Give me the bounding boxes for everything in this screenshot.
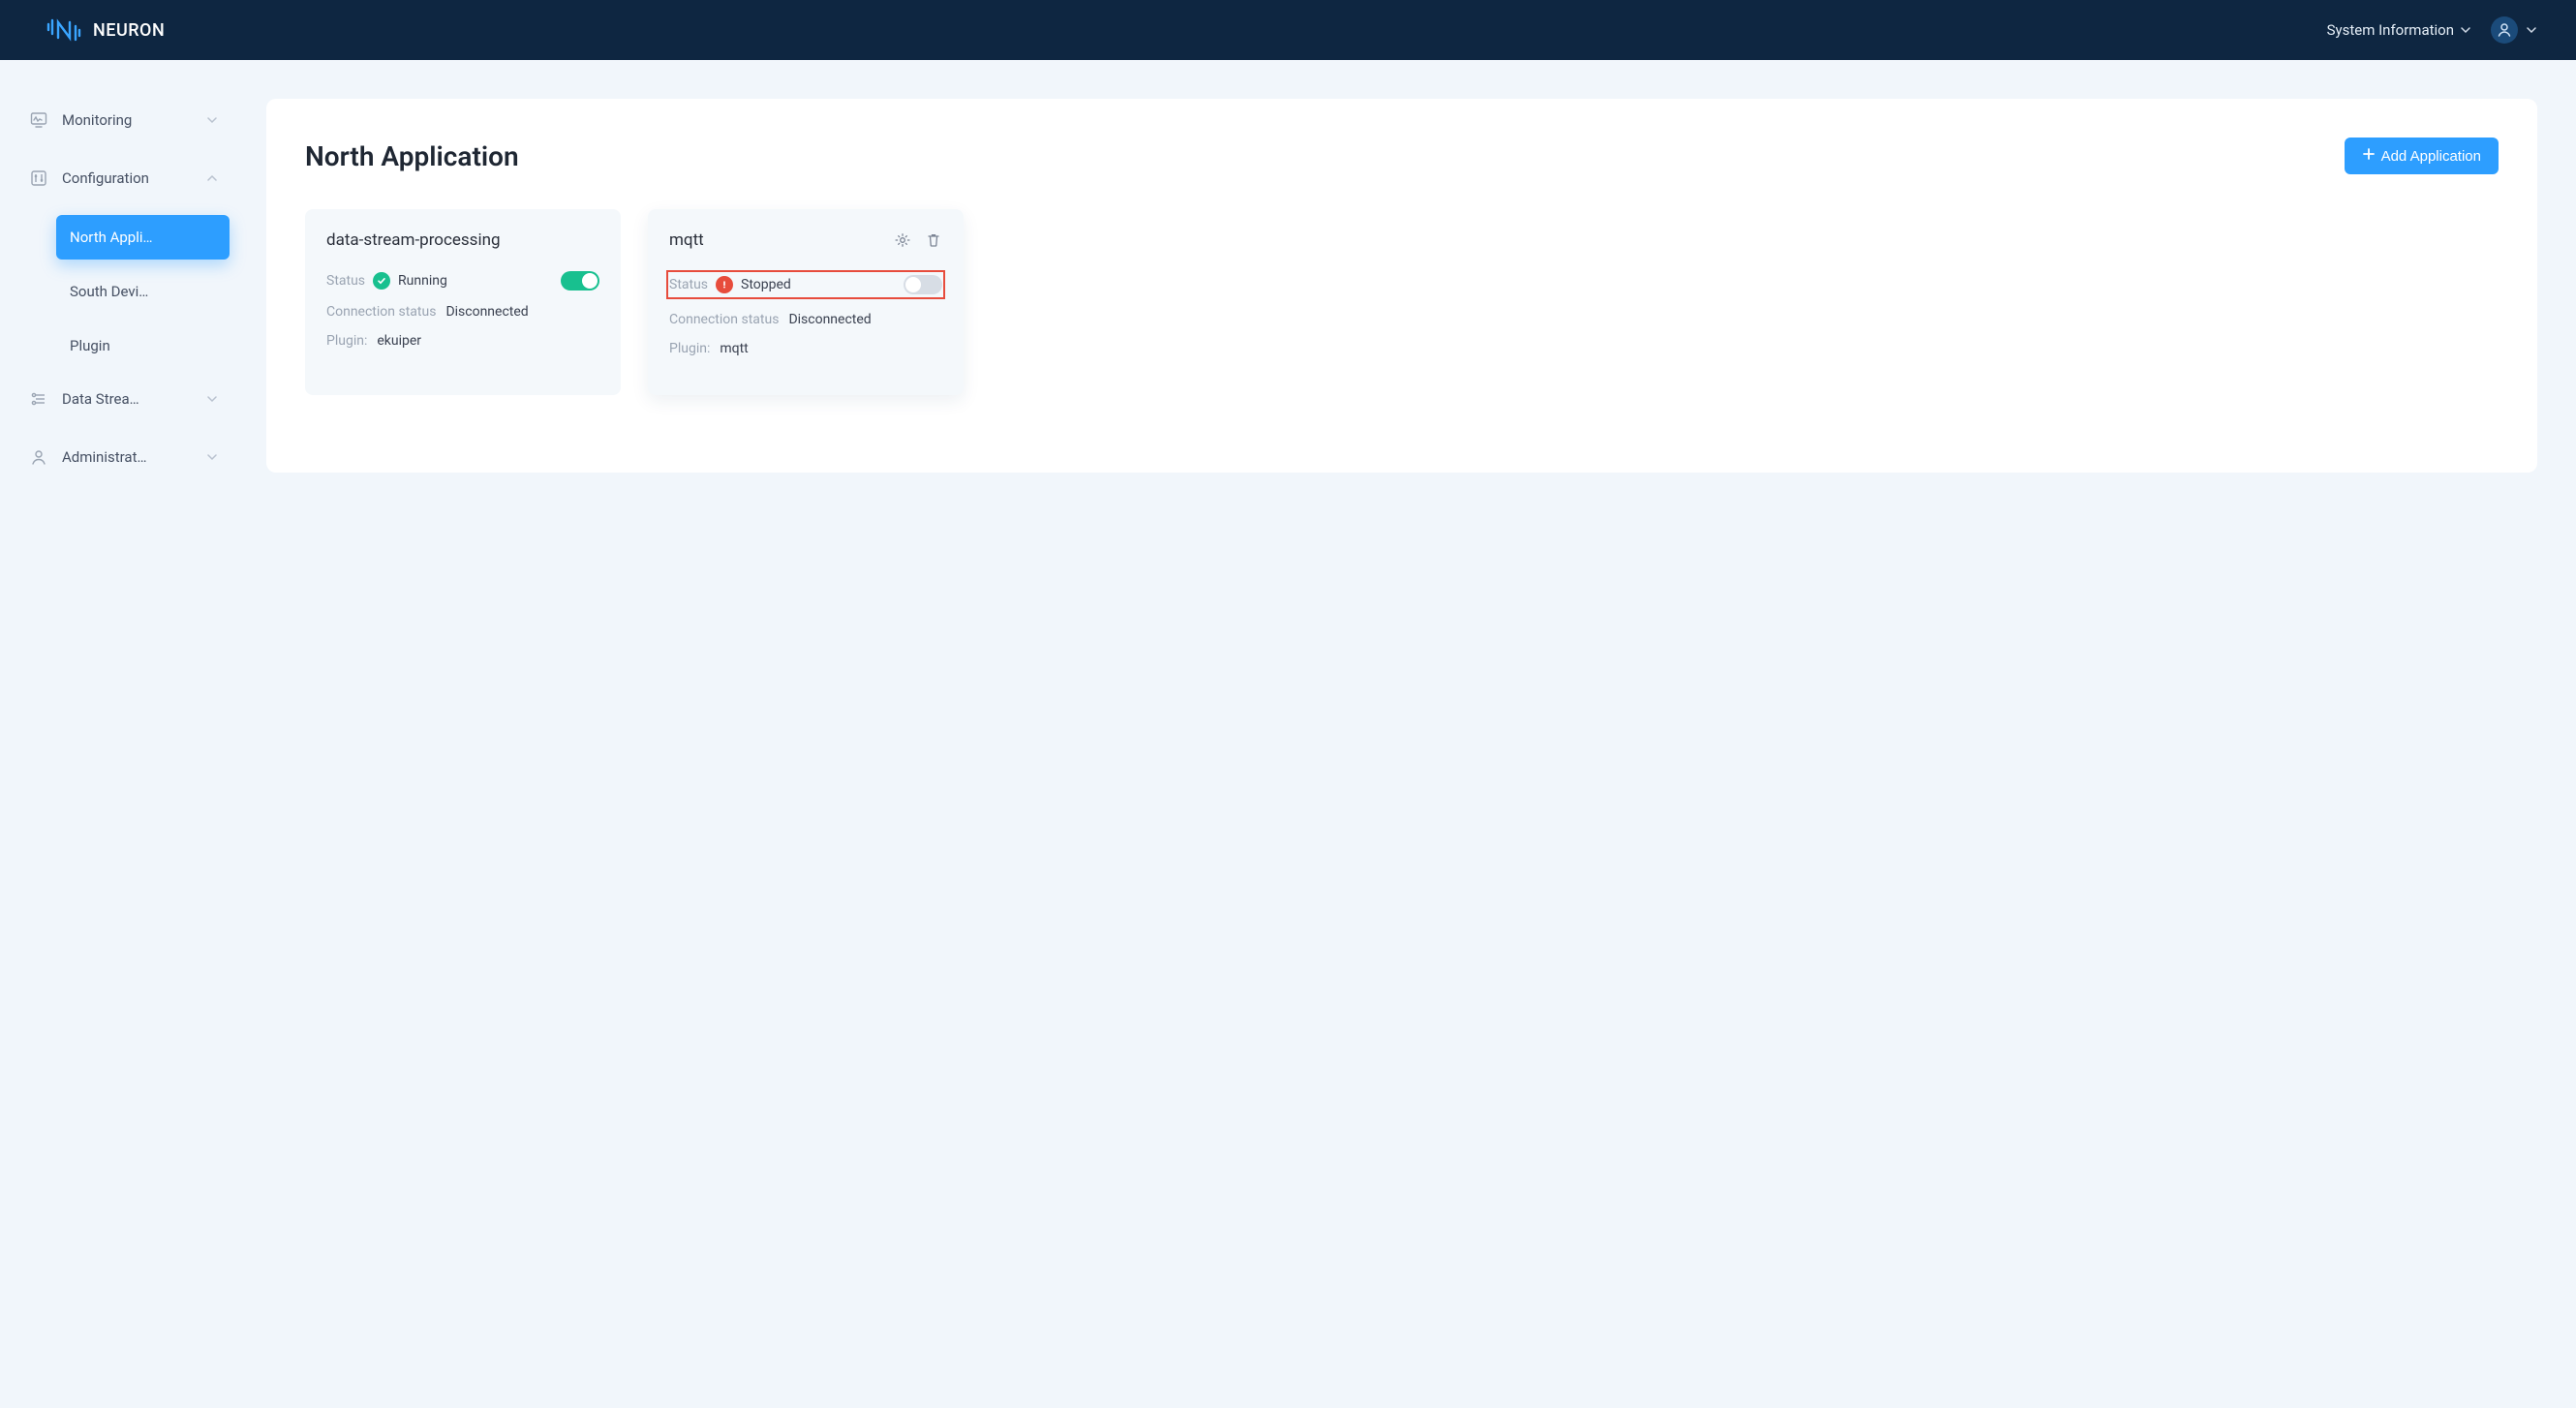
sidebar-sub-configuration: North Appli… South Devi… Plugin — [17, 215, 230, 368]
connection-status-value: Disconnected — [788, 312, 871, 327]
sidebar-item-label: Configuration — [62, 169, 193, 187]
app-card[interactable]: mqtt Status Stopped Connection status Discon… — [648, 209, 964, 395]
toggle-knob — [582, 273, 598, 289]
add-application-label: Add Application — [2381, 148, 2481, 165]
sidebar-item-administration[interactable]: Administrat… — [17, 436, 230, 478]
system-information-menu[interactable]: System Information — [2327, 21, 2471, 39]
sidebar-item-north-application[interactable]: North Appli… — [56, 215, 230, 260]
sidebar-item-label: Plugin — [70, 337, 216, 354]
app-actions — [894, 231, 942, 249]
app-card[interactable]: data-stream-processing Status Running Conne… — [305, 209, 621, 395]
brand: NEURON — [46, 18, 165, 42]
status-value: Stopped — [741, 277, 791, 292]
sidebar-item-label: North Appli… — [70, 229, 216, 246]
user-menu[interactable] — [2491, 16, 2537, 44]
plugin-label: Plugin: — [669, 341, 710, 356]
add-application-button[interactable]: Add Application — [2345, 138, 2499, 174]
sidebar-item-label: South Devi… — [70, 283, 216, 300]
app-card-head: mqtt — [669, 230, 942, 250]
sidebar-item-configuration[interactable]: Configuration — [17, 157, 230, 199]
plugin-row: Plugin: mqtt — [669, 341, 942, 356]
alert-circle-icon — [716, 276, 733, 293]
sidebar: Monitoring Configuration North Appli… So… — [0, 60, 247, 511]
connection-row: Connection status Disconnected — [669, 312, 942, 327]
brand-logo-icon — [46, 18, 81, 42]
run-toggle[interactable] — [561, 271, 599, 291]
system-information-label: System Information — [2327, 21, 2454, 39]
plugin-value: ekuiper — [377, 333, 421, 349]
chevron-down-icon — [206, 451, 218, 463]
content-card: North Application Add Application data-s… — [266, 99, 2537, 473]
topbar-right: System Information — [2327, 16, 2537, 44]
chevron-down-icon — [2460, 24, 2471, 36]
chevron-down-icon — [206, 114, 218, 126]
app-grid: data-stream-processing Status Running Conne… — [305, 209, 2499, 395]
app-name: data-stream-processing — [326, 230, 501, 250]
connection-status-label: Connection status — [326, 304, 436, 320]
run-toggle[interactable] — [904, 275, 942, 294]
sidebar-item-label: Administrat… — [62, 448, 193, 466]
user-icon — [29, 447, 48, 467]
sidebar-item-label: Data Strea… — [62, 390, 193, 408]
status-value: Running — [398, 273, 447, 289]
app-card-head: data-stream-processing — [326, 230, 599, 250]
connection-status-label: Connection status — [669, 312, 779, 327]
check-circle-icon — [373, 272, 390, 290]
app-name: mqtt — [669, 230, 704, 250]
status-label: Status — [326, 273, 365, 289]
plugin-row: Plugin: ekuiper — [326, 333, 599, 349]
sidebar-item-south-devices[interactable]: South Devi… — [56, 269, 230, 314]
sidebar-item-label: Monitoring — [62, 111, 193, 129]
toggle-knob — [905, 277, 921, 292]
gear-icon[interactable] — [894, 231, 911, 249]
flow-icon — [29, 389, 48, 409]
status-kv: Status Running — [326, 272, 447, 290]
trash-icon[interactable] — [925, 231, 942, 249]
card-header: North Application Add Application — [305, 138, 2499, 174]
plugin-value: mqtt — [720, 341, 748, 356]
page-title: North Application — [305, 140, 519, 172]
sidebar-item-monitoring[interactable]: Monitoring — [17, 99, 230, 141]
status-row: Status Stopped — [667, 271, 944, 298]
status-row: Status Running — [326, 271, 599, 291]
plus-icon — [2362, 147, 2376, 165]
monitor-icon — [29, 110, 48, 130]
sidebar-item-plugin[interactable]: Plugin — [56, 323, 230, 368]
avatar-icon — [2491, 16, 2518, 44]
connection-status-value: Disconnected — [445, 304, 528, 320]
plugin-label: Plugin: — [326, 333, 367, 349]
sidebar-item-data-stream[interactable]: Data Strea… — [17, 378, 230, 420]
status-label: Status — [669, 277, 708, 292]
status-kv: Status Stopped — [669, 276, 791, 293]
main: North Application Add Application data-s… — [247, 60, 2576, 511]
chevron-up-icon — [206, 172, 218, 184]
connection-row: Connection status Disconnected — [326, 304, 599, 320]
sliders-icon — [29, 168, 48, 188]
brand-name: NEURON — [93, 20, 165, 41]
topbar: NEURON System Information — [0, 0, 2576, 60]
chevron-down-icon — [2526, 24, 2537, 36]
chevron-down-icon — [206, 393, 218, 405]
